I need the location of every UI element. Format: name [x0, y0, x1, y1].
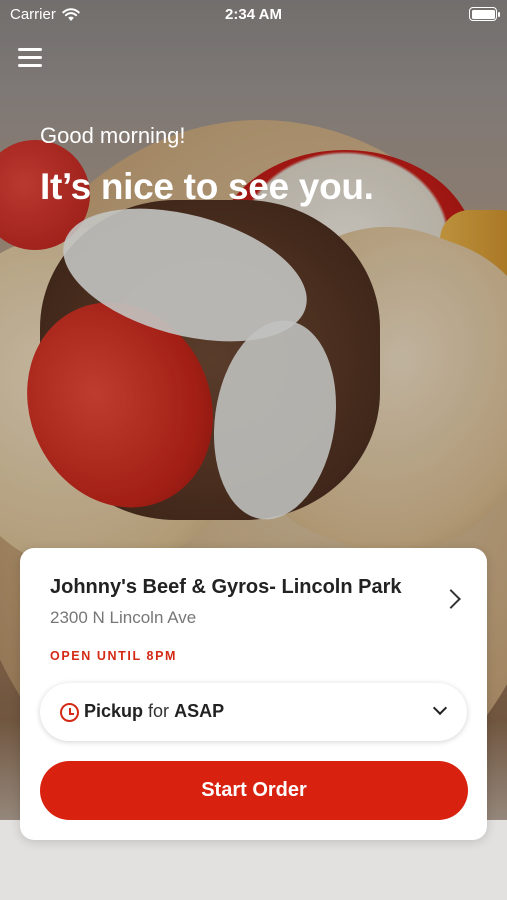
headline-text: It’s nice to see you. — [40, 166, 374, 207]
store-address: 2300 N Lincoln Ave — [50, 608, 197, 627]
clock-icon — [60, 703, 79, 722]
store-card: Johnny's Beef & Gyros- Lincoln Park 2300… — [20, 548, 487, 840]
start-order-button[interactable]: Start Order — [40, 761, 468, 820]
store-selector[interactable]: Johnny's Beef & Gyros- Lincoln Park 2300… — [20, 548, 487, 658]
status-bar: Carrier 2:34 AM — [0, 0, 507, 30]
status-time: 2:34 AM — [225, 6, 282, 23]
order-mode-time: ASAP — [174, 701, 225, 721]
store-name: Johnny's Beef & Gyros- Lincoln Park — [50, 576, 402, 598]
order-mode-label: Pickup for ASAP — [84, 701, 224, 722]
order-mode-type: Pickup — [84, 701, 144, 721]
battery-icon — [469, 7, 500, 21]
open-status-badge: OPEN UNTIL 8PM — [50, 649, 178, 663]
order-mode-connector: for — [148, 701, 170, 721]
hamburger-menu-icon[interactable] — [18, 48, 42, 68]
chevron-down-icon — [432, 700, 448, 716]
order-mode-dropdown[interactable]: Pickup for ASAP — [40, 683, 467, 741]
chevron-right-icon — [441, 589, 461, 609]
greeting-text: Good morning! — [40, 123, 186, 148]
